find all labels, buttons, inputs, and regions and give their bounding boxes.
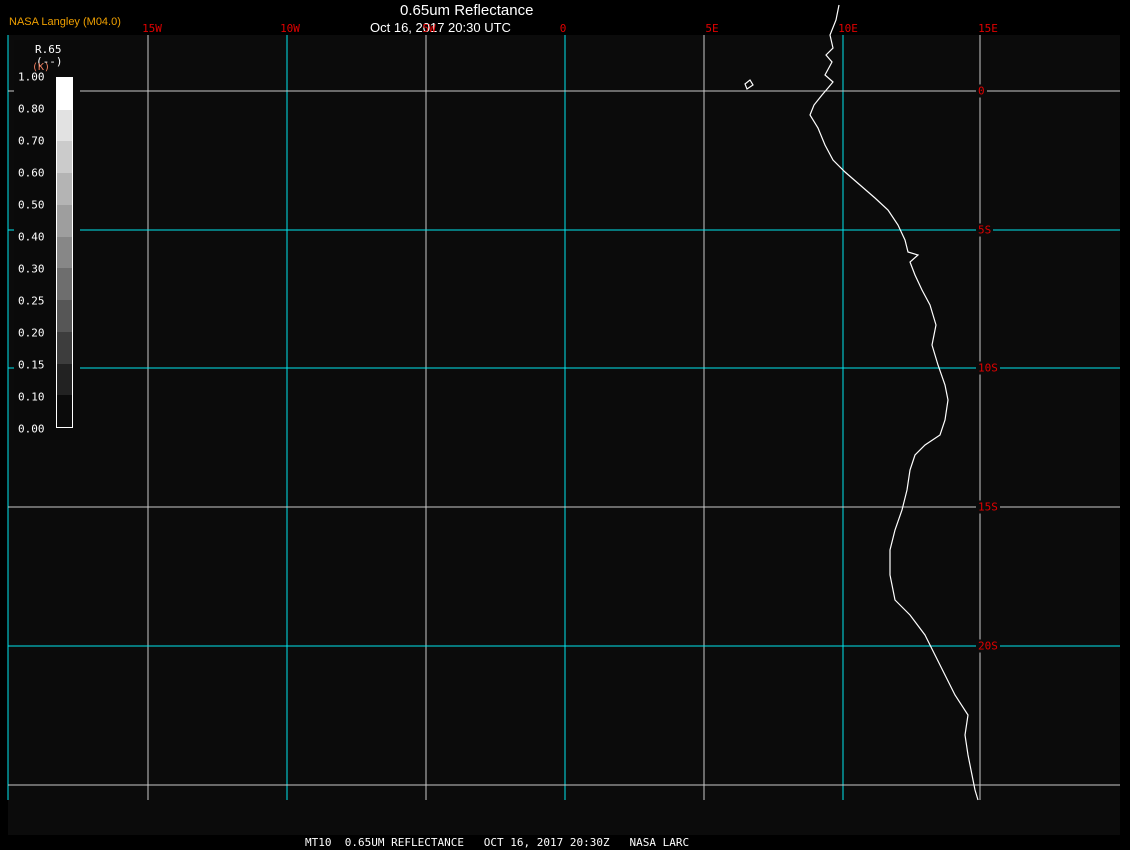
legend-swatch [57,77,72,110]
map-datetime: Oct 16, 2017 20:30 UTC [370,20,511,35]
legend-swatch [57,204,72,237]
legend-swatch [57,109,72,142]
lon-label: 10W [280,22,300,35]
lat-label: 0 [976,84,987,98]
legend-tick: 1.00 [18,70,45,84]
legend-tick: 0.40 [18,230,45,244]
lon-label: 15E [978,22,998,35]
map-background [8,35,1120,835]
legend-tick: 0.80 [18,102,45,116]
legend-tick: 0.20 [18,326,45,340]
legend-tick: 0.15 [18,358,45,372]
legend-swatch [57,173,72,205]
footer-caption: MT10 0.65UM REFLECTANCE OCT 16, 2017 20:… [305,836,690,849]
legend-tick: 0.50 [18,198,45,212]
legend-tick: 0.60 [18,166,45,180]
lat-label: 10S [976,361,1000,375]
legend-color-bar [56,77,73,428]
legend-swatch [57,395,72,427]
lat-label: 15S [976,500,1000,514]
lat-label: 5S [976,223,994,237]
legend-swatch [57,268,72,301]
credit-label: NASA Langley (M04.0) [9,16,121,28]
legend-tick: 0.10 [18,390,45,404]
legend-tick: 0.30 [18,262,45,276]
legend-tick: 0.25 [18,294,45,308]
legend-swatch [57,363,72,396]
lon-label: 15W [142,22,162,35]
legend-tick: 0.00 [18,422,45,436]
legend-swatch [57,331,72,364]
lon-label: 5E [705,22,719,35]
map-title: 0.65um Reflectance [400,2,534,19]
map-canvas [7,4,1120,835]
legend-swatch [57,141,72,174]
legend-swatch [57,300,72,332]
lat-label: 20S [976,639,1000,653]
legend-swatch [57,236,72,269]
lon-label: 10E [838,22,858,35]
lon-label: 5W [422,22,436,35]
lon-label: 0 [559,22,567,35]
legend-tick: 0.70 [18,134,45,148]
